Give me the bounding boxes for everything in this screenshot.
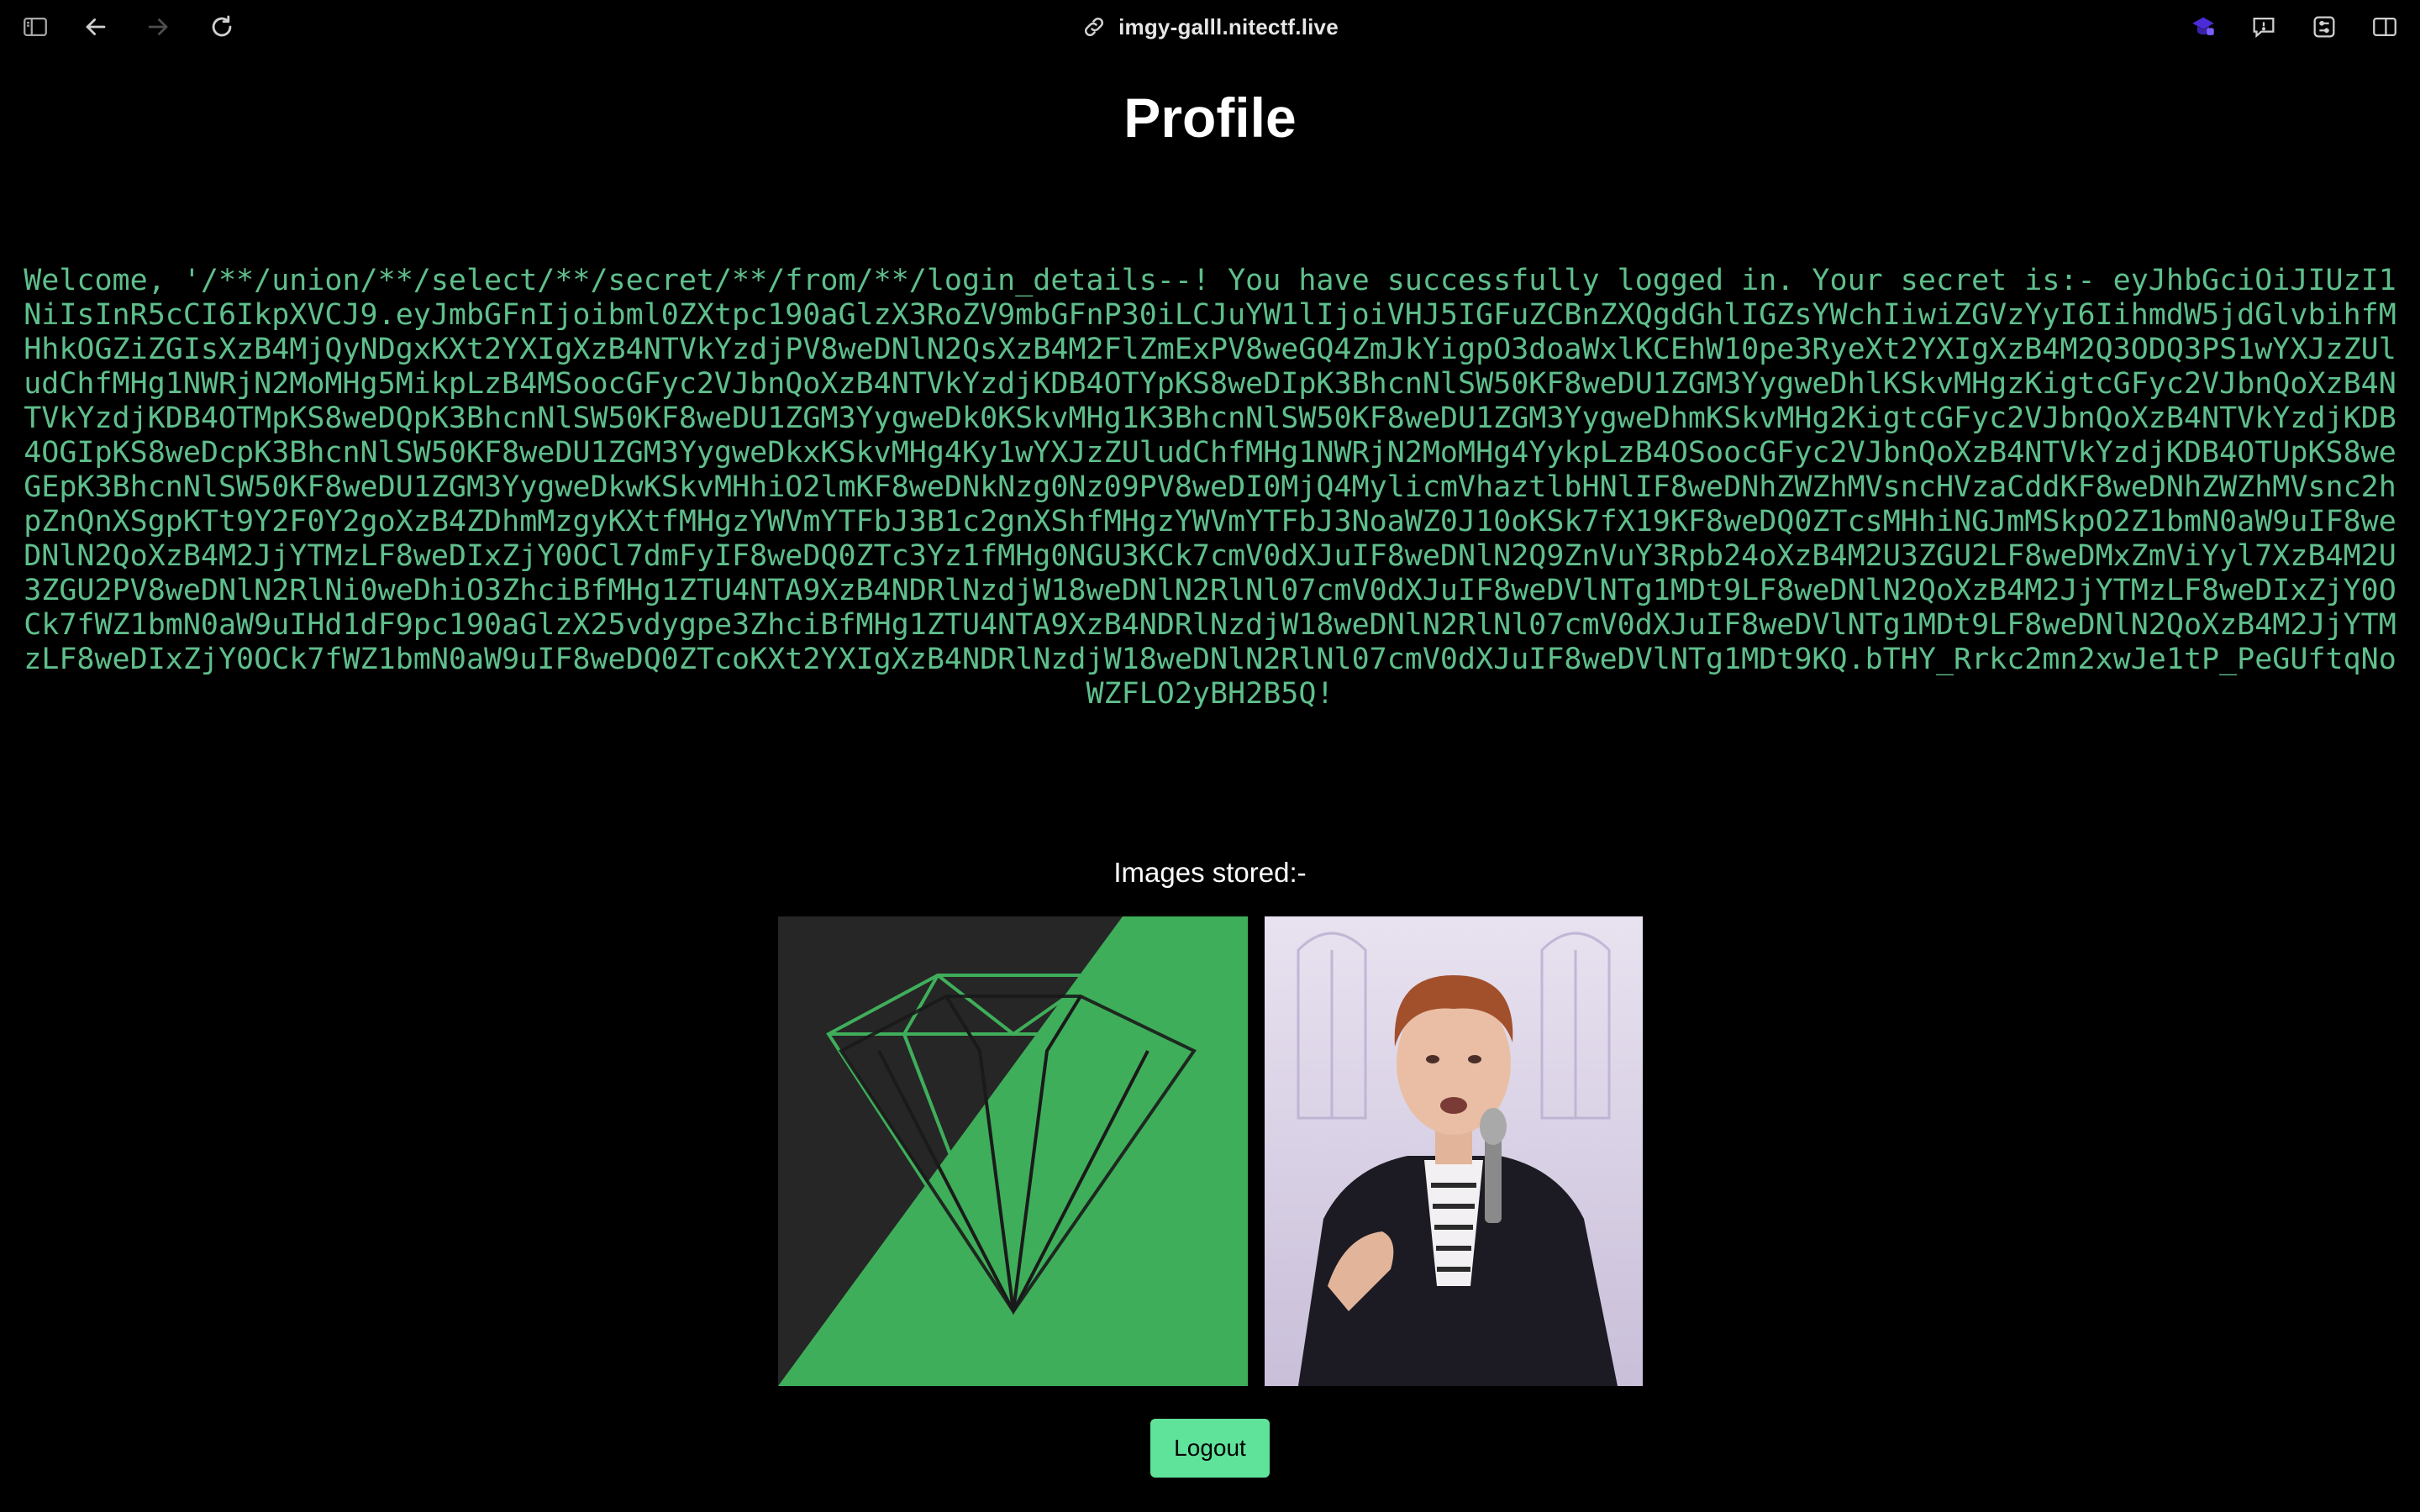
welcome-secret-text: Welcome, '/**/union/**/select/**/secret/…: [24, 264, 2396, 711]
tabs-icon[interactable]: [2307, 12, 2341, 42]
extension-icon[interactable]: [2186, 12, 2220, 42]
feedback-icon[interactable]: [2247, 12, 2281, 42]
stored-image-singer: [1265, 916, 1643, 1386]
images-stored-label: Images stored:-: [1113, 857, 1307, 888]
url-text: imgy-galll.nitectf.live: [1118, 13, 1339, 39]
address-bar[interactable]: imgy-galll.nitectf.live: [0, 12, 2420, 42]
logout-button[interactable]: Logout: [1150, 1419, 1270, 1478]
link-icon: [1081, 14, 1107, 39]
browser-toolbar: imgy-galll.nitectf.live: [0, 0, 2420, 54]
split-view-icon[interactable]: [2368, 12, 2402, 42]
page-title: Profile: [1123, 87, 1297, 149]
stored-image-diamond: [778, 916, 1248, 1386]
